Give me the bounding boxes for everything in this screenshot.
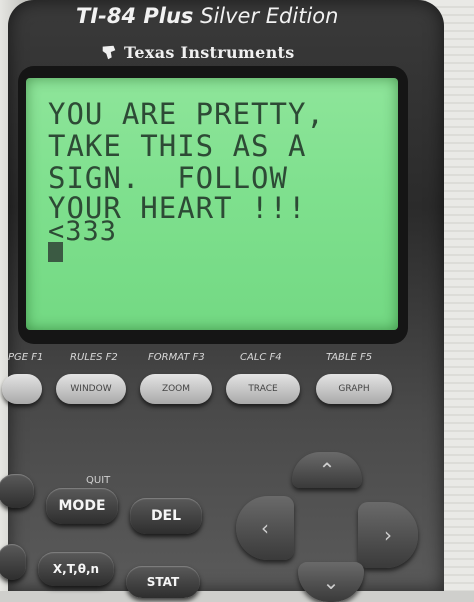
up-arrow-icon: ⌃ bbox=[318, 458, 336, 482]
maker-label: Texas Instruments bbox=[100, 40, 295, 64]
screen-line-3: SIGN. FOLLOW bbox=[48, 161, 288, 195]
trace-key[interactable]: TRACE bbox=[226, 374, 300, 404]
second-key[interactable] bbox=[0, 474, 34, 508]
screen-line-1: YOU ARE PRETTY, bbox=[48, 97, 325, 131]
down-arrow-icon: ⌄ bbox=[322, 570, 340, 594]
right-arrow-icon: › bbox=[384, 523, 392, 547]
fn-label-3: FORMAT F3 bbox=[148, 352, 205, 363]
fn-label-1: PGE F1 bbox=[8, 352, 44, 363]
alpha-key[interactable] bbox=[0, 544, 26, 580]
lcd-screen: YOU ARE PRETTY, TAKE THIS AS A SIGN. FOL… bbox=[26, 78, 398, 330]
fn-label-5: TABLE F5 bbox=[326, 352, 373, 363]
stat-key[interactable]: STAT bbox=[126, 566, 200, 598]
fn-label-2: RULES F2 bbox=[70, 352, 118, 363]
fn-label-4: CALC F4 bbox=[240, 352, 282, 363]
edition-name: Silver Edition bbox=[200, 4, 339, 28]
model-label: TI-84 Plus Silver Edition bbox=[76, 4, 376, 38]
calculator-body: TI-84 Plus Silver Edition Texas Instrume… bbox=[0, 0, 444, 602]
directional-pad: ⌃ ‹ › ⌄ bbox=[236, 452, 422, 602]
up-arrow-key[interactable]: ⌃ bbox=[292, 452, 362, 488]
right-arrow-key[interactable]: › bbox=[358, 502, 418, 568]
del-key[interactable]: DEL bbox=[130, 498, 202, 534]
mode-key[interactable]: MODE bbox=[46, 488, 118, 524]
x-t-theta-n-key[interactable]: X,T,θ,n bbox=[38, 552, 114, 586]
graph-key[interactable]: GRAPH bbox=[316, 374, 392, 404]
function-key-labels: PGE F1 RULES F2 FORMAT F3 CALC F4 TABLE … bbox=[8, 352, 444, 368]
texas-logo-icon bbox=[102, 45, 116, 60]
left-arrow-key[interactable]: ‹ bbox=[236, 496, 294, 560]
screen-line-5: <333 bbox=[48, 216, 118, 247]
text-cursor bbox=[48, 242, 63, 262]
screen-bezel: YOU ARE PRETTY, TAKE THIS AS A SIGN. FOL… bbox=[18, 66, 408, 344]
maker-name: Texas Instruments bbox=[124, 42, 295, 62]
quit-label: QUIT bbox=[86, 475, 111, 486]
y-equals-key[interactable] bbox=[2, 374, 42, 404]
left-arrow-icon: ‹ bbox=[261, 516, 269, 540]
zoom-key[interactable]: ZOOM bbox=[140, 374, 212, 404]
model-name: TI-84 Plus bbox=[76, 4, 194, 28]
window-key[interactable]: WINDOW bbox=[56, 374, 126, 404]
screen-line-2: TAKE THIS AS A bbox=[48, 129, 307, 163]
down-arrow-key[interactable]: ⌄ bbox=[298, 562, 364, 602]
